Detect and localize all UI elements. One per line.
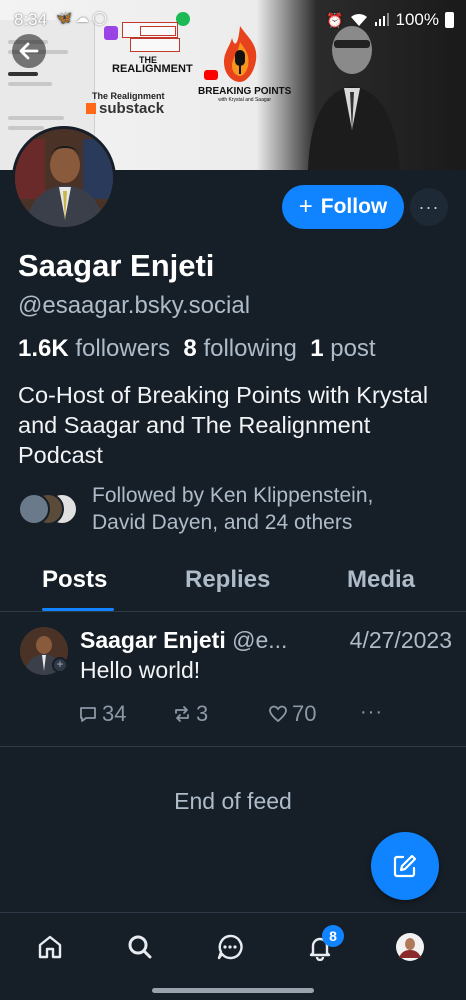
tab-posts[interactable]: Posts bbox=[42, 566, 107, 594]
profile-bio: Co-Host of Breaking Points with Krystal … bbox=[18, 382, 429, 468]
arrow-left-icon bbox=[19, 42, 39, 60]
status-time: 8:34 bbox=[14, 10, 48, 29]
banner-host-photo bbox=[308, 26, 400, 170]
feed-post[interactable]: + Saagar Enjeti @e... 4/27/2023 Hello wo… bbox=[0, 613, 466, 747]
plus-icon: + bbox=[298, 193, 313, 220]
followed-by-avatars bbox=[18, 493, 88, 527]
bottom-navigation: 8 bbox=[0, 912, 466, 1000]
battery-icon bbox=[445, 12, 454, 28]
chat-icon bbox=[217, 934, 243, 960]
follow-button[interactable]: + Follow bbox=[282, 185, 404, 229]
profile-avatar-icon bbox=[396, 933, 424, 961]
search-icon bbox=[128, 935, 152, 959]
home-indicator[interactable] bbox=[152, 988, 314, 993]
post-actions: 34 3 70 ··· bbox=[78, 701, 398, 731]
follow-plus-icon[interactable]: + bbox=[52, 657, 68, 673]
followed-by-text: Followed by Ken Klippenstein, David Daye… bbox=[92, 484, 374, 534]
reply-button[interactable]: 34 bbox=[78, 701, 126, 727]
repost-button[interactable]: 3 bbox=[172, 701, 208, 727]
nav-chat[interactable] bbox=[210, 927, 250, 967]
back-button[interactable] bbox=[12, 34, 46, 68]
status-bar: 8:34 🦋 ☁ ◯ ⏰ 100% bbox=[0, 8, 466, 32]
signal-icon bbox=[374, 13, 389, 26]
followers-link[interactable]: 1.6K followers bbox=[18, 335, 170, 362]
end-of-feed: End of feed bbox=[174, 788, 292, 814]
tab-replies[interactable]: Replies bbox=[185, 566, 270, 594]
post-header: Saagar Enjeti @e... 4/27/2023 bbox=[80, 627, 452, 654]
nav-search[interactable] bbox=[120, 927, 160, 967]
nav-home[interactable] bbox=[30, 927, 70, 967]
following-link[interactable]: 8 following bbox=[183, 335, 296, 362]
wifi-icon bbox=[350, 13, 367, 26]
battery-percent: 100% bbox=[395, 10, 439, 29]
ellipsis-icon: ··· bbox=[360, 701, 383, 723]
reply-count: 34 bbox=[102, 701, 127, 726]
tab-media[interactable]: Media bbox=[347, 566, 415, 594]
home-icon bbox=[38, 935, 62, 959]
compose-button[interactable] bbox=[371, 832, 439, 900]
notification-icons: 🦋 ☁ ◯ bbox=[56, 10, 107, 25]
realignment-logo: THE REALIGNMENT bbox=[112, 55, 193, 75]
compose-icon bbox=[393, 854, 417, 878]
notifications-badge: 8 bbox=[322, 925, 344, 947]
repost-count: 3 bbox=[196, 701, 209, 726]
profile-avatar[interactable] bbox=[12, 126, 116, 230]
heart-icon bbox=[269, 705, 287, 723]
post-author-handle: @e... bbox=[232, 627, 288, 653]
profile-stats: 1.6K followers 8 following 1 post bbox=[18, 335, 376, 363]
like-button[interactable]: 70 bbox=[268, 701, 316, 727]
followed-by[interactable]: Followed by Ken Klippenstein, David Daye… bbox=[18, 482, 448, 538]
nav-profile[interactable] bbox=[390, 927, 430, 967]
breaking-points-logo: BREAKING POINTS with Krystal and Saagar bbox=[198, 86, 292, 103]
post-author-name[interactable]: Saagar Enjeti bbox=[80, 627, 226, 653]
alarm-icon: ⏰ bbox=[326, 11, 344, 28]
reply-icon bbox=[80, 707, 96, 722]
profile-handle: @esaagar.bsky.social bbox=[18, 292, 251, 319]
profile-name: Saagar Enjeti bbox=[18, 248, 215, 283]
avatar-photo bbox=[15, 129, 113, 227]
repost-icon bbox=[175, 706, 189, 722]
substack-logo: substack bbox=[86, 100, 164, 117]
post-text: Hello world! bbox=[80, 657, 201, 683]
follow-button-label: Follow bbox=[320, 195, 388, 218]
post-more-button[interactable]: ··· bbox=[360, 701, 383, 724]
breaking-points-flame-icon bbox=[224, 26, 257, 82]
active-tab-indicator bbox=[42, 608, 114, 611]
youtube-logo-icon bbox=[204, 70, 218, 80]
more-options-button[interactable]: ··· bbox=[410, 188, 448, 226]
posts-count: 1 post bbox=[310, 335, 376, 362]
ellipsis-icon: ··· bbox=[418, 196, 440, 217]
profile-tabs: Posts Replies Media bbox=[0, 556, 466, 612]
post-date[interactable]: 4/27/2023 bbox=[345, 627, 452, 654]
like-count: 70 bbox=[292, 701, 317, 726]
